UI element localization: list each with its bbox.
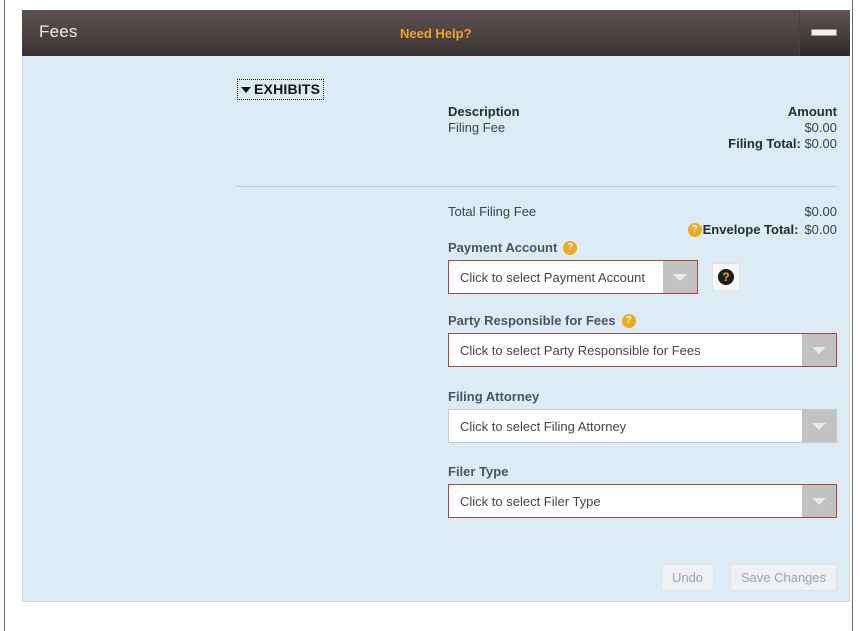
filer-type-dropdown-button[interactable] <box>802 485 836 517</box>
filing-total-row: Filing Total: $0.00 <box>448 136 837 152</box>
minimize-button[interactable] <box>799 10 850 56</box>
filing-attorney-dropdown-button[interactable] <box>802 410 836 442</box>
envelope-total-amount: $0.00 <box>804 222 837 237</box>
envelope-total-label: Envelope Total: <box>702 222 799 237</box>
fee-row-description: Filing Fee <box>448 120 506 135</box>
save-changes-button[interactable]: Save Changes <box>730 564 837 591</box>
help-icon[interactable]: ? <box>563 240 578 255</box>
total-filing-fee-label: Total Filing Fee <box>448 204 537 219</box>
total-filing-fee-amount: $0.00 <box>804 204 837 219</box>
envelope-total-row: ? Envelope Total: $0.00 <box>448 221 837 238</box>
party-responsible-dropdown-button[interactable] <box>802 334 836 366</box>
filing-attorney-value[interactable]: Click to select Filing Attorney <box>449 410 802 442</box>
chevron-down-icon <box>812 346 826 354</box>
filing-attorney-select[interactable]: Click to select Filing Attorney <box>448 409 837 443</box>
party-responsible-field: Party Responsible for Fees ? Click to se… <box>448 313 837 367</box>
payment-account-label-row: Payment Account ? <box>448 240 698 255</box>
chevron-down-icon <box>812 422 826 430</box>
chevron-down-icon <box>673 273 687 281</box>
totals-section: Total Filing Fee $0.00 ? Envelope Total:… <box>448 202 837 238</box>
filing-attorney-field: Filing Attorney Click to select Filing A… <box>448 389 837 443</box>
fee-table-header: Description Amount <box>448 104 837 120</box>
payment-account-label: Payment Account <box>448 240 558 255</box>
party-responsible-select[interactable]: Click to select Party Responsible for Fe… <box>448 333 837 367</box>
undo-button[interactable]: Undo <box>661 564 714 591</box>
page-frame: Fees Need Help? EXHIBITS Description Amo… <box>4 0 853 631</box>
column-header-description: Description <box>448 104 520 119</box>
table-row: Filing Fee $0.00 <box>448 120 837 136</box>
fee-row-amount: $0.00 <box>804 120 837 135</box>
caret-down-icon <box>241 87 251 93</box>
party-responsible-value[interactable]: Click to select Party Responsible for Fe… <box>449 334 802 366</box>
payment-account-value[interactable]: Click to select Payment Account <box>449 261 663 293</box>
party-responsible-label-row: Party Responsible for Fees ? <box>448 313 837 328</box>
filer-type-field: Filer Type Click to select Filer Type <box>448 464 837 518</box>
filer-type-select[interactable]: Click to select Filer Type <box>448 484 837 518</box>
exhibits-label: EXHIBITS <box>254 81 321 97</box>
help-icon[interactable]: ? <box>621 313 636 328</box>
window-titlebar: Fees Need Help? <box>22 10 850 56</box>
window-title: Fees <box>39 22 78 41</box>
filer-type-label-row: Filer Type <box>448 464 837 479</box>
column-header-amount: Amount <box>787 104 837 119</box>
payment-account-select[interactable]: Click to select Payment Account <box>448 260 698 294</box>
party-responsible-label: Party Responsible for Fees <box>448 313 616 328</box>
payment-account-field: Payment Account ? Click to select Paymen… <box>448 240 698 294</box>
filing-total-label: Filing Total: <box>728 136 801 151</box>
filing-attorney-label-row: Filing Attorney <box>448 389 837 404</box>
payment-account-dropdown-button[interactable] <box>663 261 697 293</box>
fee-table: Description Amount Filing Fee $0.00 Fili… <box>448 104 837 152</box>
need-help-link[interactable]: Need Help? <box>400 26 472 41</box>
filer-type-label: Filer Type <box>448 464 509 479</box>
filing-attorney-label: Filing Attorney <box>448 389 540 404</box>
question-mark-icon: ? <box>718 269 734 285</box>
exhibits-toggle[interactable]: EXHIBITS <box>236 79 325 100</box>
chevron-down-icon <box>812 497 826 505</box>
minimize-icon <box>811 29 837 36</box>
fees-content: EXHIBITS Description Amount Filing Fee $… <box>22 56 850 602</box>
total-filing-fee-row: Total Filing Fee $0.00 <box>448 202 837 221</box>
filing-total-amount: $0.00 <box>804 136 837 151</box>
help-icon[interactable]: ? <box>687 222 702 237</box>
filer-type-value[interactable]: Click to select Filer Type <box>449 485 802 517</box>
section-divider <box>236 186 837 187</box>
payment-account-help-button[interactable]: ? <box>712 263 740 291</box>
